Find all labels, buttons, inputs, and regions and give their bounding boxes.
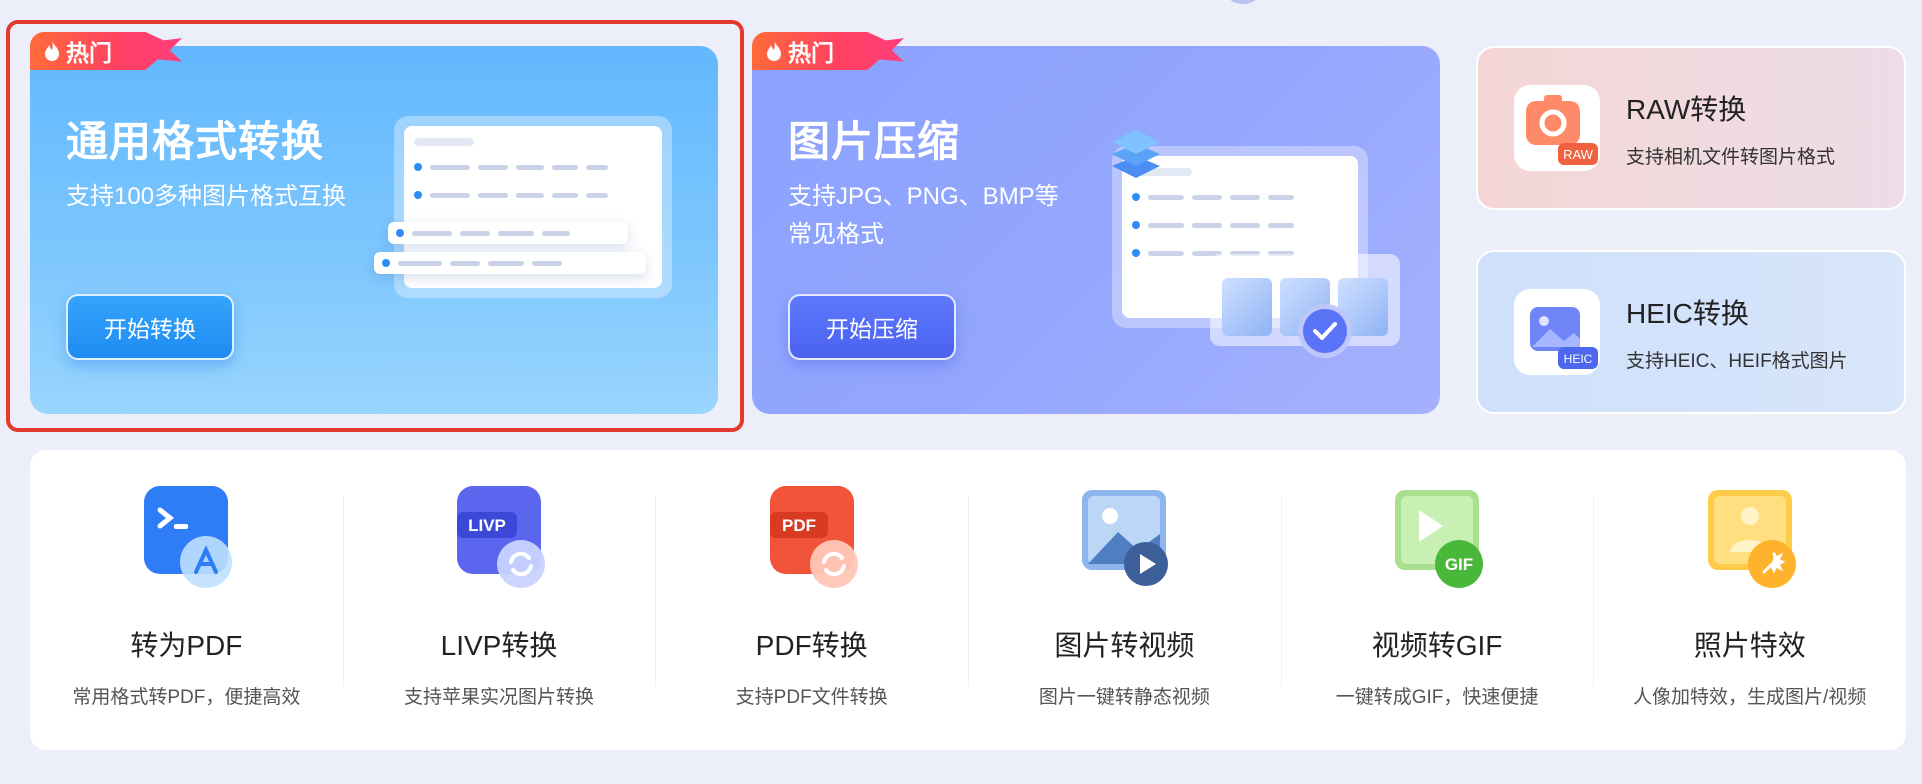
flame-icon: [767, 40, 781, 61]
start-convert-button[interactable]: 开始转换: [66, 294, 234, 360]
hot-badge-label: 热门: [66, 40, 112, 66]
card-subtitle: 支持相机文件转图片格式: [1626, 146, 1836, 168]
raw-icon: RAW: [1514, 85, 1600, 171]
start-compress-button[interactable]: 开始压缩: [788, 294, 956, 360]
tool-subtitle: 一键转成GIF，快速便捷: [1335, 687, 1539, 708]
tool-subtitle: 人像加特效，生成图片/视频: [1633, 687, 1867, 708]
card-image-compress[interactable]: 图片压缩 支持JPG、PNG、BMP等常见格式 开始压缩: [752, 46, 1440, 414]
tool-image-to-video[interactable]: 图片转视频 图片一键转静态视频: [968, 450, 1281, 750]
card-title: 图片压缩: [788, 118, 961, 165]
card-description: 支持JPG、PNG、BMP等常见格式: [788, 183, 1059, 248]
layers-icon: [1112, 130, 1160, 178]
card-description: 支持100多种图片格式互换: [66, 183, 347, 210]
tool-photo-effects[interactable]: 照片特效 人像加特效，生成图片/视频: [1593, 450, 1906, 750]
tool-subtitle: 支持苹果实况图片转换: [404, 687, 595, 708]
tool-title: 视频转GIF: [1371, 630, 1503, 661]
card-format-convert[interactable]: 通用格式转换 支持100多种图片格式互换 开始转换: [30, 46, 718, 414]
tool-list: 转为PDF 常用格式转PDF，便捷高效 LIVP LIVP转换 支持苹果实况图片…: [30, 450, 1906, 750]
card-heic-convert[interactable]: HEIC HEIC转换 支持HEIC、HEIF格式图片: [1476, 250, 1906, 414]
photo-effects-icon: [1700, 486, 1800, 590]
card-raw-convert[interactable]: RAW RAW转换 支持相机文件转图片格式: [1476, 46, 1906, 210]
converter-row: [374, 252, 646, 274]
tool-title: 图片转视频: [1054, 630, 1195, 661]
card-title: 通用格式转换: [66, 118, 325, 165]
raw-icon-label: RAW: [1563, 147, 1594, 162]
tool-subtitle: 支持PDF文件转换: [735, 687, 888, 708]
card-subtitle: 支持HEIC、HEIF格式图片: [1626, 350, 1848, 372]
tool-pdf-convert[interactable]: PDF PDF转换 支持PDF文件转换: [655, 450, 968, 750]
tool-title: PDF转换: [755, 630, 868, 661]
tool-title: 转为PDF: [130, 630, 243, 661]
flame-icon: [45, 40, 59, 61]
tool-to-pdf[interactable]: 转为PDF 常用格式转PDF，便捷高效: [30, 450, 343, 750]
heic-icon: HEIC: [1514, 289, 1600, 375]
card-title: HEIC转换: [1626, 297, 1749, 329]
to-pdf-icon: [136, 486, 236, 590]
heic-icon-label: HEIC: [1564, 352, 1593, 366]
image-to-video-icon: [1074, 486, 1174, 590]
tool-title: 照片特效: [1693, 630, 1806, 661]
livp-icon: LIVP: [449, 486, 549, 590]
check-icon: [1298, 304, 1352, 358]
pdf-icon: PDF: [762, 486, 862, 590]
tool-video-to-gif[interactable]: GIF 视频转GIF 一键转成GIF，快速便捷: [1280, 450, 1594, 750]
pdf-icon-label: PDF: [782, 516, 816, 535]
livp-icon-label: LIVP: [468, 516, 506, 535]
gif-icon-label: GIF: [1445, 555, 1473, 574]
tool-livp-convert[interactable]: LIVP LIVP转换 支持苹果实况图片转换: [342, 450, 656, 750]
tool-title: LIVP转换: [440, 630, 558, 661]
top-indicator: [1228, 0, 1258, 4]
converter-row: [388, 222, 628, 244]
tool-subtitle: 图片一键转静态视频: [1038, 687, 1210, 708]
card-title: RAW转换: [1626, 93, 1747, 125]
video-to-gif-icon: GIF: [1387, 486, 1487, 590]
tool-subtitle: 常用格式转PDF，便捷高效: [72, 687, 301, 708]
hot-badge-label: 热门: [788, 40, 834, 66]
